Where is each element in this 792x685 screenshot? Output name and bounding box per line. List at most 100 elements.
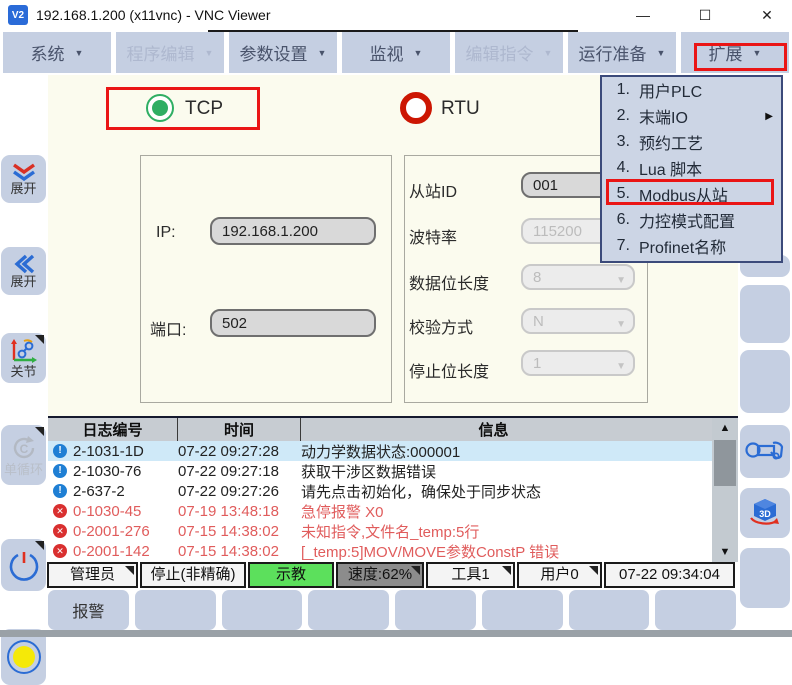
item-number: 1. — [602, 81, 630, 99]
item-label: 力控模式配置 — [639, 208, 735, 232]
tcp-settings-panel — [140, 155, 392, 403]
bottom-button-empty[interactable] — [395, 590, 476, 630]
log-scrollbar[interactable]: ▲ ▼ — [712, 418, 738, 562]
close-button[interactable]: ✕ — [744, 0, 790, 30]
minimize-button[interactable]: — — [620, 0, 666, 30]
submenu-arrow-icon: ▶ — [765, 111, 773, 122]
alarm-button[interactable]: 报警 — [48, 590, 129, 630]
log-row[interactable]: ✕ 0-2001-276 07-15 14:38:02 未知指令,文件名_tem… — [48, 521, 712, 541]
servo-status-button[interactable] — [1, 629, 46, 685]
menu-program-edit: 程序编辑 ▼ — [116, 32, 224, 73]
rtu-radio[interactable] — [400, 92, 432, 124]
log-time: 07-19 13:48:18 — [178, 503, 301, 520]
log-id: 2-637-2 — [73, 483, 178, 500]
menu-item-end-io[interactable]: 2. 末端IO ▶ — [602, 103, 781, 129]
item-label: Modbus从站 — [639, 182, 728, 206]
expand-down-button[interactable]: 展开 — [1, 155, 46, 203]
single-cycle-button[interactable]: C 单循环 — [1, 425, 46, 485]
log-message: [_temp:5]MOV/MOVE参数ConstP 错误 — [301, 541, 712, 562]
right-rail-button-empty[interactable] — [740, 548, 790, 608]
menu-item-modbus-slave[interactable]: 5. Modbus从站 — [602, 181, 781, 207]
right-rail-button-empty[interactable] — [740, 285, 790, 343]
stop-bits-label: 停止位长度 — [409, 358, 489, 382]
status-user-role[interactable]: 管理员 — [47, 562, 138, 588]
port-input[interactable]: 502 — [210, 309, 376, 337]
cycle-arrow-icon: C — [10, 434, 38, 462]
item-number: 6. — [602, 211, 630, 229]
titlebar: V2 192.168.1.200 (x11vnc) - VNC Viewer — [0, 0, 792, 30]
bottom-button-empty[interactable] — [308, 590, 389, 630]
log-row[interactable]: ! 2-637-2 07-22 09:27:26 请先点击初始化，确保处于同步状… — [48, 481, 712, 501]
item-label: 用户PLC — [639, 78, 702, 102]
rtu-radio-label: RTU — [441, 98, 480, 120]
menu-item-force-control-config[interactable]: 6. 力控模式配置 — [602, 207, 781, 233]
power-button[interactable] — [1, 539, 46, 591]
log-row[interactable]: ✕ 0-1030-45 07-19 13:48:18 急停报警 X0 — [48, 501, 712, 521]
log-message: 急停报警 X0 — [301, 501, 712, 522]
status-run-state: 停止(非精确) — [140, 562, 246, 588]
log-time: 07-15 14:38:02 — [178, 523, 301, 540]
ip-label: IP: — [156, 224, 176, 242]
bottom-button-empty[interactable] — [655, 590, 736, 630]
log-row[interactable]: ! 2-1031-1D 07-22 09:27:28 动力学数据状态:00000… — [48, 441, 712, 461]
log-table-header: 日志编号 时间 信息 — [48, 418, 738, 441]
right-rail-button-empty[interactable] — [740, 350, 790, 413]
chevron-down-icon: ▼ — [616, 357, 626, 377]
window-bottom-edge — [0, 630, 792, 637]
teach-pendant-button[interactable] — [740, 425, 790, 478]
item-number: 7. — [602, 237, 630, 255]
scrollbar-thumb[interactable] — [714, 440, 736, 486]
svg-text:C: C — [19, 442, 28, 456]
menu-item-lua-script[interactable]: 4. Lua 脚本 — [602, 155, 781, 181]
chevron-down-icon: ▼ — [753, 48, 762, 58]
menu-extension[interactable]: 扩展 ▼ — [681, 32, 789, 73]
chevron-down-icon: ▼ — [414, 48, 423, 58]
bottom-button-empty[interactable] — [222, 590, 303, 630]
item-label: Profinet名称 — [639, 234, 726, 258]
status-tool[interactable]: 工具1 — [426, 562, 515, 588]
status-user-frame[interactable]: 用户0 — [517, 562, 602, 588]
tcp-radio[interactable] — [146, 94, 174, 122]
power-icon — [7, 548, 41, 582]
bottom-button-empty[interactable] — [569, 590, 650, 630]
info-icon: ! — [53, 464, 67, 478]
data-bits-select: 8▼ — [521, 264, 635, 290]
menu-item-reserved-process[interactable]: 3. 预约工艺 — [602, 129, 781, 155]
log-id: 0-1030-45 — [73, 503, 178, 520]
vnc-logo-icon: V2 — [8, 5, 28, 25]
header-message: 信息 — [301, 418, 686, 441]
item-number: 3. — [602, 133, 630, 151]
parity-label: 校验方式 — [409, 314, 473, 338]
stop-bits-value: 1 — [533, 355, 541, 372]
expand-left-button[interactable]: 展开 — [1, 247, 46, 295]
ip-input[interactable]: 192.168.1.200 — [210, 217, 376, 245]
item-number: 5. — [602, 185, 630, 203]
log-message: 获取干涉区数据错误 — [301, 461, 712, 482]
log-time: 07-15 14:38:02 — [178, 543, 301, 560]
parity-select: N▼ — [521, 308, 635, 334]
menu-item-profinet-name[interactable]: 7. Profinet名称 — [602, 233, 781, 259]
log-row[interactable]: ! 2-1030-76 07-22 09:27:18 获取干涉区数据错误 — [48, 461, 712, 481]
view-3d-button[interactable]: 3D — [740, 488, 790, 538]
joint-coordinate-button[interactable]: 关节 — [1, 333, 46, 383]
scroll-down-icon[interactable]: ▼ — [712, 542, 738, 562]
bottom-button-empty[interactable] — [135, 590, 216, 630]
chevron-down-icon: ▼ — [318, 48, 327, 58]
log-id: 2-1030-76 — [73, 463, 178, 480]
menu-param-settings[interactable]: 参数设置 ▼ — [229, 32, 337, 73]
menu-monitor[interactable]: 监视 ▼ — [342, 32, 450, 73]
status-speed[interactable]: 速度:62% — [336, 562, 424, 588]
menu-extension-label: 扩展 — [709, 40, 743, 65]
menu-item-user-plc[interactable]: 1. 用户PLC — [602, 77, 781, 103]
port-label: 端口: — [150, 316, 186, 340]
menu-run-prepare[interactable]: 运行准备 ▼ — [568, 32, 676, 73]
info-icon: ! — [53, 444, 67, 458]
bottom-button-bar: 报警 — [48, 590, 736, 630]
log-time: 07-22 09:27:18 — [178, 463, 301, 480]
bottom-button-empty[interactable] — [482, 590, 563, 630]
menu-system[interactable]: 系统 ▼ — [3, 32, 111, 73]
maximize-button[interactable]: ☐ — [682, 0, 728, 30]
log-table: 日志编号 时间 信息 ! 2-1031-1D 07-22 09:27:28 动力… — [48, 416, 738, 560]
scroll-up-icon[interactable]: ▲ — [712, 418, 738, 438]
log-row[interactable]: ✕ 0-2001-142 07-15 14:38:02 [_temp:5]MOV… — [48, 541, 712, 561]
